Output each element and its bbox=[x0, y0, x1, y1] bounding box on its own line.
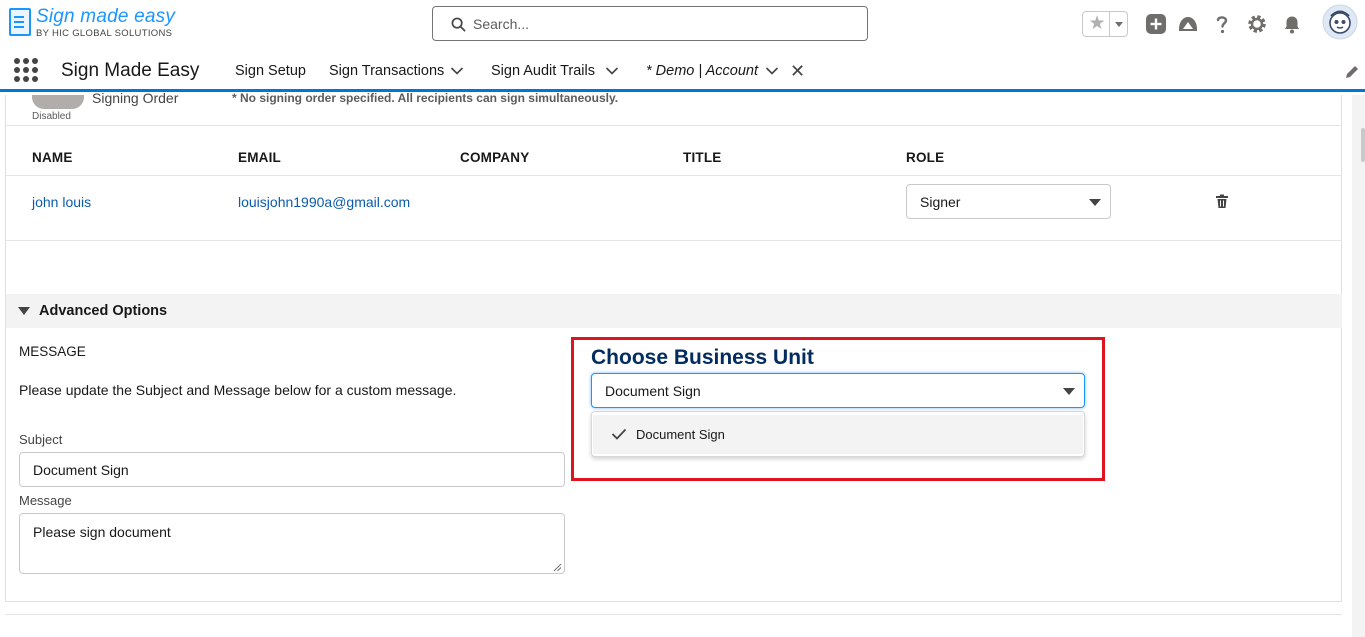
app-logo[interactable]: Sign made easy BY HIC GLOBAL SOLUTIONS bbox=[7, 6, 192, 42]
role-select-value: Signer bbox=[920, 194, 961, 210]
close-tab-icon[interactable]: ✕ bbox=[790, 62, 805, 80]
favorites-button-group: ★ bbox=[1082, 11, 1128, 37]
chevron-down-icon[interactable] bbox=[605, 66, 619, 76]
bell-icon[interactable] bbox=[1280, 12, 1304, 36]
message-heading: MESSAGE bbox=[19, 344, 86, 359]
subject-label: Subject bbox=[19, 432, 63, 447]
star-icon[interactable]: ★ bbox=[1086, 13, 1108, 35]
check-icon bbox=[611, 428, 627, 440]
global-search[interactable] bbox=[432, 6, 868, 41]
column-header-title: TITLE bbox=[683, 150, 722, 165]
recipient-email-link[interactable]: louisjohn1990a@gmail.com bbox=[238, 194, 410, 210]
nav-item-sign-setup[interactable]: Sign Setup bbox=[235, 63, 306, 79]
subject-input[interactable] bbox=[19, 452, 565, 487]
search-input[interactable] bbox=[473, 11, 853, 36]
edit-nav-icon[interactable] bbox=[1344, 64, 1360, 80]
business-unit-dropdown-menu: Document Sign bbox=[591, 411, 1085, 457]
business-unit-option[interactable]: Document Sign bbox=[593, 415, 1083, 454]
signing-order-label: Signing Order bbox=[92, 90, 179, 106]
column-header-company: COMPANY bbox=[460, 150, 530, 165]
nav-item-sign-transactions[interactable]: Sign Transactions bbox=[329, 63, 444, 79]
message-textarea[interactable]: Please sign document bbox=[19, 513, 565, 574]
nav-item-sign-audit-trails[interactable]: Sign Audit Trails bbox=[491, 63, 595, 79]
favorites-dropdown-button[interactable] bbox=[1109, 12, 1128, 36]
scrollbar-thumb[interactable] bbox=[1361, 128, 1365, 162]
caret-down-icon bbox=[1063, 388, 1075, 395]
signing-order-toggle[interactable] bbox=[32, 95, 84, 109]
trash-icon[interactable] bbox=[1215, 194, 1229, 209]
logo-title: Sign made easy bbox=[36, 6, 176, 27]
caret-down-icon bbox=[1089, 199, 1101, 206]
recipient-name-link[interactable]: john louis bbox=[32, 194, 91, 210]
add-icon[interactable] bbox=[1144, 12, 1168, 36]
chevron-down-icon[interactable] bbox=[450, 66, 464, 76]
app-name: Sign Made Easy bbox=[61, 60, 200, 81]
advanced-options-section-header[interactable]: Advanced Options bbox=[6, 294, 1342, 328]
tab-demo-account[interactable]: * Demo | Account bbox=[646, 63, 758, 79]
role-select[interactable]: Signer bbox=[906, 184, 1111, 219]
help-icon[interactable] bbox=[1210, 12, 1234, 36]
business-unit-selected-value: Document Sign bbox=[605, 383, 701, 399]
message-label: Message bbox=[19, 493, 72, 508]
business-unit-option-label: Document Sign bbox=[636, 427, 725, 442]
app-launcher-icon[interactable] bbox=[14, 58, 38, 82]
page-scrollbar[interactable] bbox=[1352, 95, 1365, 637]
business-unit-title: Choose Business Unit bbox=[591, 346, 814, 369]
avatar[interactable] bbox=[1322, 4, 1358, 40]
column-header-email: EMAIL bbox=[238, 150, 281, 165]
column-header-name: NAME bbox=[32, 150, 73, 165]
divider bbox=[6, 125, 1342, 126]
column-header-role: ROLE bbox=[906, 150, 945, 165]
trailhead-icon[interactable] bbox=[1176, 12, 1200, 36]
app-navigation-bar: Sign Made Easy Sign Setup Sign Transacti… bbox=[0, 50, 1365, 92]
global-header: Sign made easy BY HIC GLOBAL SOLUTIONS ★ bbox=[0, 0, 1365, 50]
logo-subtitle: BY HIC GLOBAL SOLUTIONS bbox=[36, 28, 173, 39]
document-logo-icon bbox=[9, 8, 31, 36]
resize-grip-icon[interactable] bbox=[552, 562, 562, 572]
divider bbox=[6, 175, 1342, 176]
signing-order-status: Disabled bbox=[32, 111, 71, 122]
advanced-options-label: Advanced Options bbox=[39, 303, 168, 319]
divider bbox=[5, 614, 1342, 615]
divider bbox=[6, 240, 1342, 241]
signing-order-note: * No signing order specified. All recipi… bbox=[232, 91, 619, 105]
business-unit-select[interactable]: Document Sign bbox=[591, 373, 1085, 408]
chevron-down-icon[interactable] bbox=[765, 66, 779, 76]
collapse-triangle-icon bbox=[18, 307, 30, 315]
search-icon bbox=[451, 17, 466, 32]
message-help-text: Please update the Subject and Message be… bbox=[19, 382, 457, 398]
gear-icon[interactable] bbox=[1245, 12, 1269, 36]
